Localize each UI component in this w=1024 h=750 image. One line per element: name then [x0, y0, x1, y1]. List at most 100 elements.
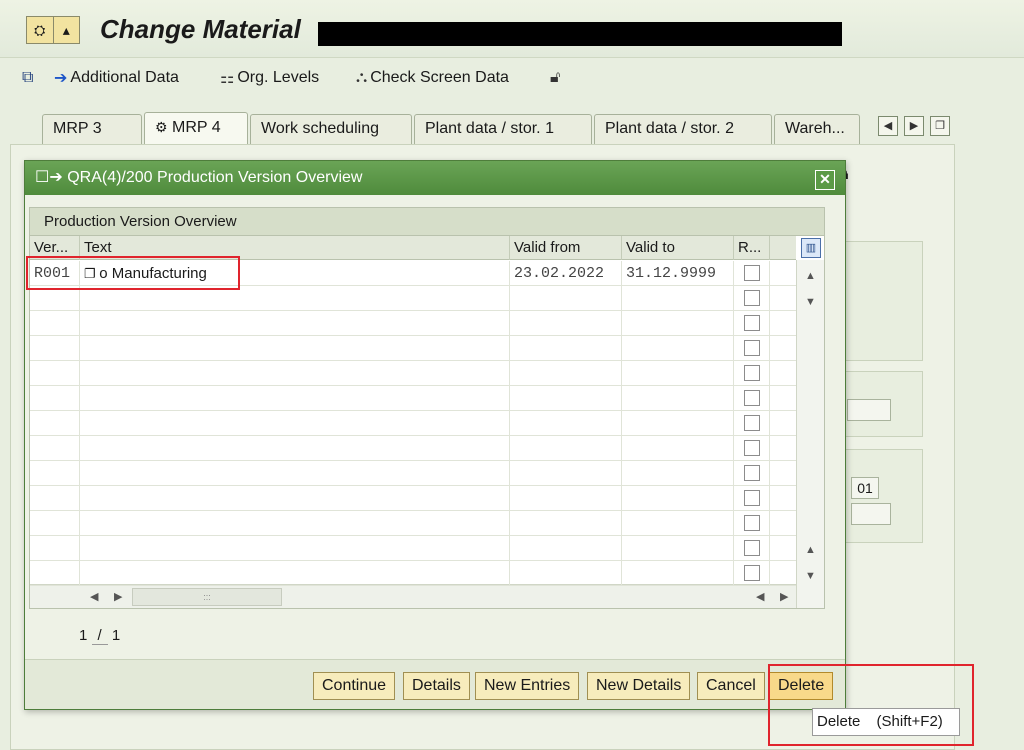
scroll-up-icon[interactable]: ▲ [805, 270, 816, 282]
row-checkbox[interactable] [744, 365, 760, 381]
row-checkbox[interactable] [744, 540, 760, 556]
cell-valid-to[interactable] [622, 336, 734, 361]
cell-version[interactable] [30, 336, 80, 361]
cell-r[interactable] [734, 411, 770, 436]
cell-text[interactable] [80, 436, 510, 461]
row-checkbox[interactable] [744, 290, 760, 306]
tab-prev-icon[interactable]: ◀ [878, 116, 898, 136]
cell-valid-from[interactable] [510, 286, 622, 311]
column-header-valid-to[interactable]: Valid to [622, 236, 734, 260]
cell-version[interactable] [30, 536, 80, 561]
table-row[interactable] [30, 311, 796, 336]
background-field-value[interactable]: 01 [851, 477, 879, 499]
cell-valid-to[interactable] [622, 311, 734, 336]
table-row[interactable] [30, 336, 796, 361]
table-row[interactable] [30, 486, 796, 511]
cell-valid-to[interactable] [622, 561, 734, 586]
cell-version[interactable] [30, 561, 80, 586]
tab-warehouse[interactable]: Wareh... [774, 114, 860, 144]
table-row[interactable] [30, 536, 796, 561]
cell-version[interactable] [30, 411, 80, 436]
cell-text[interactable] [80, 486, 510, 511]
row-checkbox[interactable] [744, 490, 760, 506]
continue-button[interactable]: Continue [313, 672, 396, 700]
cell-text[interactable] [80, 411, 510, 436]
cell-r[interactable] [734, 561, 770, 586]
cell-r[interactable] [734, 461, 770, 486]
scroll-left-icon[interactable]: ◀ [90, 590, 98, 603]
cell-r[interactable] [734, 511, 770, 536]
cell-valid-from[interactable] [510, 511, 622, 536]
scroll-up-icon[interactable]: ▲ [805, 544, 816, 556]
tab-plant-data-stor-2[interactable]: Plant data / stor. 2 [594, 114, 772, 144]
details-button[interactable]: Details [403, 672, 470, 700]
cell-r[interactable] [734, 311, 770, 336]
cell-valid-to[interactable] [622, 286, 734, 311]
cell-version[interactable] [30, 311, 80, 336]
tab-list-icon[interactable]: ❐ [930, 116, 950, 136]
column-header-r[interactable]: R... [734, 236, 770, 260]
cell-valid-to[interactable] [622, 511, 734, 536]
cell-r[interactable] [734, 486, 770, 511]
row-checkbox[interactable] [744, 340, 760, 356]
cell-r[interactable] [734, 336, 770, 361]
background-field[interactable] [851, 503, 891, 525]
cell-r[interactable] [734, 386, 770, 411]
cell-valid-from[interactable] [510, 311, 622, 336]
cell-valid-from[interactable] [510, 436, 622, 461]
cell-valid-from[interactable] [510, 336, 622, 361]
table-row[interactable] [30, 386, 796, 411]
cell-valid-from[interactable] [510, 361, 622, 386]
new-entries-button[interactable]: New Entries [475, 672, 580, 700]
cell-r[interactable] [734, 536, 770, 561]
table-row[interactable] [30, 461, 796, 486]
cell-valid-from[interactable] [510, 386, 622, 411]
additional-data-button[interactable]: ➔ Additional Data [54, 66, 179, 90]
row-checkbox[interactable] [744, 415, 760, 431]
cell-version[interactable] [30, 386, 80, 411]
column-settings-icon[interactable]: ▥ [801, 238, 821, 258]
cell-text[interactable] [80, 461, 510, 486]
column-header-valid-from[interactable]: Valid from [510, 236, 622, 260]
cell-r[interactable] [734, 436, 770, 461]
table-row[interactable] [30, 436, 796, 461]
cell-version[interactable] [30, 486, 80, 511]
scroll-left-icon[interactable]: ◀ [756, 590, 764, 603]
cell-text[interactable] [80, 386, 510, 411]
cell-text[interactable] [80, 561, 510, 586]
cell-valid-to[interactable]: 31.12.9999 [622, 261, 734, 286]
org-levels-button[interactable]: ⚏ Org. Levels [220, 66, 319, 90]
cell-text[interactable] [80, 511, 510, 536]
cell-r[interactable] [734, 361, 770, 386]
tab-next-icon[interactable]: ▶ [904, 116, 924, 136]
table-row[interactable] [30, 511, 796, 536]
vertical-scrollbar[interactable]: ▥ ▲ ▼ ▲ ▼ [796, 238, 824, 608]
cell-valid-to[interactable] [622, 486, 734, 511]
cell-version[interactable] [30, 511, 80, 536]
close-icon[interactable]: ✕ [815, 170, 835, 190]
cell-valid-to[interactable] [622, 386, 734, 411]
tab-mrp-3[interactable]: MRP 3 [42, 114, 142, 144]
cell-valid-to[interactable] [622, 361, 734, 386]
cell-version[interactable] [30, 361, 80, 386]
cell-valid-to[interactable] [622, 536, 734, 561]
horizontal-scrollbar[interactable]: ◀ ▶ ::: ◀ ▶ [30, 584, 796, 608]
menu-icon[interactable]: ⛭ ▴ [26, 16, 80, 44]
cell-valid-to[interactable] [622, 461, 734, 486]
cell-text[interactable] [80, 361, 510, 386]
cell-r[interactable] [734, 286, 770, 311]
cell-valid-from[interactable] [510, 561, 622, 586]
table-row[interactable] [30, 361, 796, 386]
row-checkbox[interactable] [744, 465, 760, 481]
scroll-down-icon[interactable]: ▼ [805, 570, 816, 582]
table-row[interactable] [30, 411, 796, 436]
cell-valid-from[interactable] [510, 461, 622, 486]
scroll-thumb[interactable]: ::: [132, 588, 282, 606]
cell-version[interactable] [30, 461, 80, 486]
scroll-right-icon[interactable]: ▶ [780, 590, 788, 603]
cell-valid-from[interactable] [510, 536, 622, 561]
table-row[interactable] [30, 561, 796, 586]
cell-valid-from[interactable] [510, 411, 622, 436]
cell-version[interactable] [30, 436, 80, 461]
row-checkbox[interactable] [744, 315, 760, 331]
